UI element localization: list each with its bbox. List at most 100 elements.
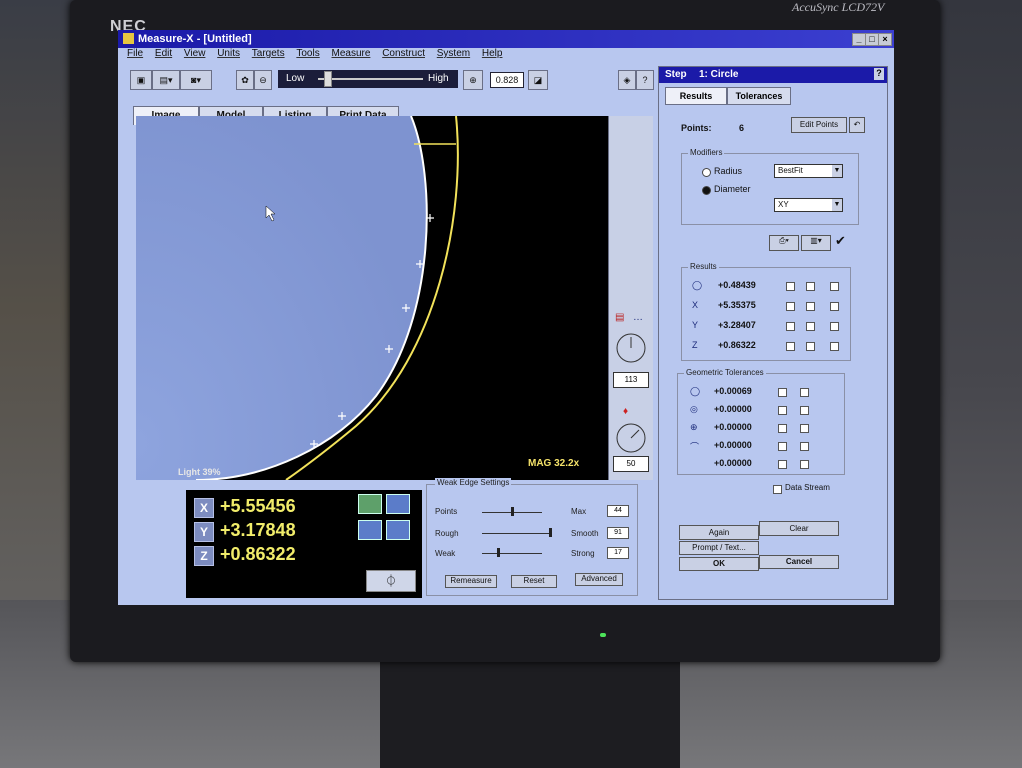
result-checkbox[interactable] xyxy=(806,302,815,311)
text-tool-icon[interactable] xyxy=(386,494,410,514)
again-button[interactable]: Again xyxy=(679,525,759,540)
x-axis-icon[interactable]: X xyxy=(194,498,214,518)
menu-units[interactable]: Units xyxy=(217,48,240,59)
result-checkbox[interactable] xyxy=(830,342,839,351)
smooth-slider-thumb[interactable] xyxy=(549,528,552,537)
xy-ra-icon[interactable] xyxy=(386,520,410,540)
geo-checkbox[interactable] xyxy=(800,388,809,397)
smooth-label: Smooth xyxy=(571,529,599,538)
points-slider-thumb[interactable] xyxy=(511,507,514,516)
max-value[interactable]: 44 xyxy=(607,505,629,517)
geo-checkbox[interactable] xyxy=(800,424,809,433)
clear-button[interactable]: Clear xyxy=(759,521,839,536)
step-help-button[interactable]: ? xyxy=(874,68,884,80)
geo-value-1: +0.00000 xyxy=(714,404,752,414)
menu-targets[interactable]: Targets xyxy=(252,48,285,59)
prompt-text-button[interactable]: Prompt / Text... xyxy=(679,541,759,555)
result-value-1: +5.35375 xyxy=(718,300,756,310)
geo-value-2: +0.00000 xyxy=(714,422,752,432)
camera-icon[interactable]: ◙▾ xyxy=(180,70,212,90)
more-icon[interactable]: … xyxy=(633,312,643,323)
edit-points-button[interactable]: Edit Points xyxy=(791,117,847,133)
zoom-in-icon[interactable]: ⊕ xyxy=(463,70,483,90)
camera-image-pane[interactable] xyxy=(136,116,608,480)
menu-tools[interactable]: Tools xyxy=(296,48,319,59)
reset-button[interactable]: Reset xyxy=(511,575,557,588)
layers-icon[interactable]: ◈ xyxy=(618,70,636,90)
close-button[interactable]: × xyxy=(878,33,892,46)
snapshot-icon[interactable]: ◪ xyxy=(528,70,548,90)
result-checkbox[interactable] xyxy=(786,342,795,351)
copy-icon[interactable]: ▤▾ xyxy=(152,70,180,90)
slider-low-label: Low xyxy=(286,73,305,84)
light-slider[interactable]: Low High xyxy=(278,70,458,88)
result-checkbox[interactable] xyxy=(806,342,815,351)
plane-select[interactable]: XY ▼ xyxy=(774,198,843,212)
menu-measure[interactable]: Measure xyxy=(332,48,371,59)
result-value-3: +0.86322 xyxy=(718,340,756,350)
help-cursor-icon[interactable]: ? xyxy=(636,70,654,90)
chart-icon[interactable]: ▥▾ xyxy=(801,235,831,251)
fit-select[interactable]: BestFit ▼ xyxy=(774,164,843,178)
geo-checkbox[interactable] xyxy=(778,424,787,433)
y-axis-icon[interactable]: Y xyxy=(194,522,214,542)
geo-checkbox[interactable] xyxy=(778,460,787,469)
tab-results[interactable]: Results xyxy=(665,87,727,105)
menu-system[interactable]: System xyxy=(437,48,470,59)
geo-checkbox[interactable] xyxy=(800,406,809,415)
check-icon[interactable]: ✔ xyxy=(835,233,846,249)
geo-checkbox[interactable] xyxy=(778,406,787,415)
undo-icon[interactable]: ↶ xyxy=(849,117,865,133)
advanced-button[interactable]: Advanced xyxy=(575,573,623,586)
dial-2-icon[interactable] xyxy=(615,422,647,454)
slider-thumb[interactable] xyxy=(324,71,332,87)
printer-icon[interactable]: ⎙▾ xyxy=(769,235,799,251)
palette-icon[interactable]: ✿ xyxy=(236,70,254,90)
menu-construct[interactable]: Construct xyxy=(382,48,425,59)
geo-checkbox[interactable] xyxy=(800,442,809,451)
data-stream-checkbox[interactable] xyxy=(773,485,782,494)
result-checkbox[interactable] xyxy=(786,282,795,291)
result-checkbox[interactable] xyxy=(806,282,815,291)
bulb-icon[interactable]: ♦ xyxy=(623,406,628,417)
dro-y-value: +3.17848 xyxy=(220,520,296,540)
z-axis-icon[interactable]: Z xyxy=(194,546,214,566)
strong-slider[interactable] xyxy=(482,553,542,554)
zoom-out-icon[interactable]: ⊖ xyxy=(254,70,272,90)
geo-checkbox[interactable] xyxy=(800,460,809,469)
cancel-button[interactable]: Cancel xyxy=(759,555,839,569)
menu-help[interactable]: Help xyxy=(482,48,503,59)
dial-value-2[interactable]: 50 xyxy=(613,456,649,472)
minimize-button[interactable]: _ xyxy=(852,33,866,46)
zoom-value[interactable]: 0.828 xyxy=(490,72,524,88)
result-checkbox[interactable] xyxy=(830,322,839,331)
power-circle-button[interactable]: ⏀ xyxy=(366,570,416,592)
light-icon[interactable]: ▤ xyxy=(615,312,624,323)
print-icon[interactable]: ▣ xyxy=(130,70,152,90)
menu-view[interactable]: View xyxy=(184,48,206,59)
menu-edit[interactable]: Edit xyxy=(155,48,172,59)
ok-button[interactable]: OK xyxy=(679,557,759,571)
result-checkbox[interactable] xyxy=(806,322,815,331)
menu-file[interactable]: File xyxy=(127,48,143,59)
result-checkbox[interactable] xyxy=(786,322,795,331)
geo-checkbox[interactable] xyxy=(778,442,787,451)
radius-radio[interactable] xyxy=(702,168,711,177)
smooth-value[interactable]: 91 xyxy=(607,527,629,539)
result-checkbox[interactable] xyxy=(830,302,839,311)
result-checkbox[interactable] xyxy=(830,282,839,291)
maximize-button[interactable]: □ xyxy=(865,33,879,46)
geo-checkbox[interactable] xyxy=(778,388,787,397)
strong-slider-thumb[interactable] xyxy=(497,548,500,557)
remeasure-button[interactable]: Remeasure xyxy=(445,575,497,588)
diameter-label: Diameter xyxy=(714,184,751,194)
edge-tool-icon[interactable] xyxy=(358,494,382,514)
strong-value[interactable]: 17 xyxy=(607,547,629,559)
tab-tolerances[interactable]: Tolerances xyxy=(727,87,791,105)
dial-value-1[interactable]: 113 xyxy=(613,372,649,388)
diameter-radio[interactable] xyxy=(702,186,711,195)
smooth-slider[interactable] xyxy=(482,533,552,534)
result-checkbox[interactable] xyxy=(786,302,795,311)
dial-icon[interactable] xyxy=(615,332,647,364)
units-icon[interactable] xyxy=(358,520,382,540)
